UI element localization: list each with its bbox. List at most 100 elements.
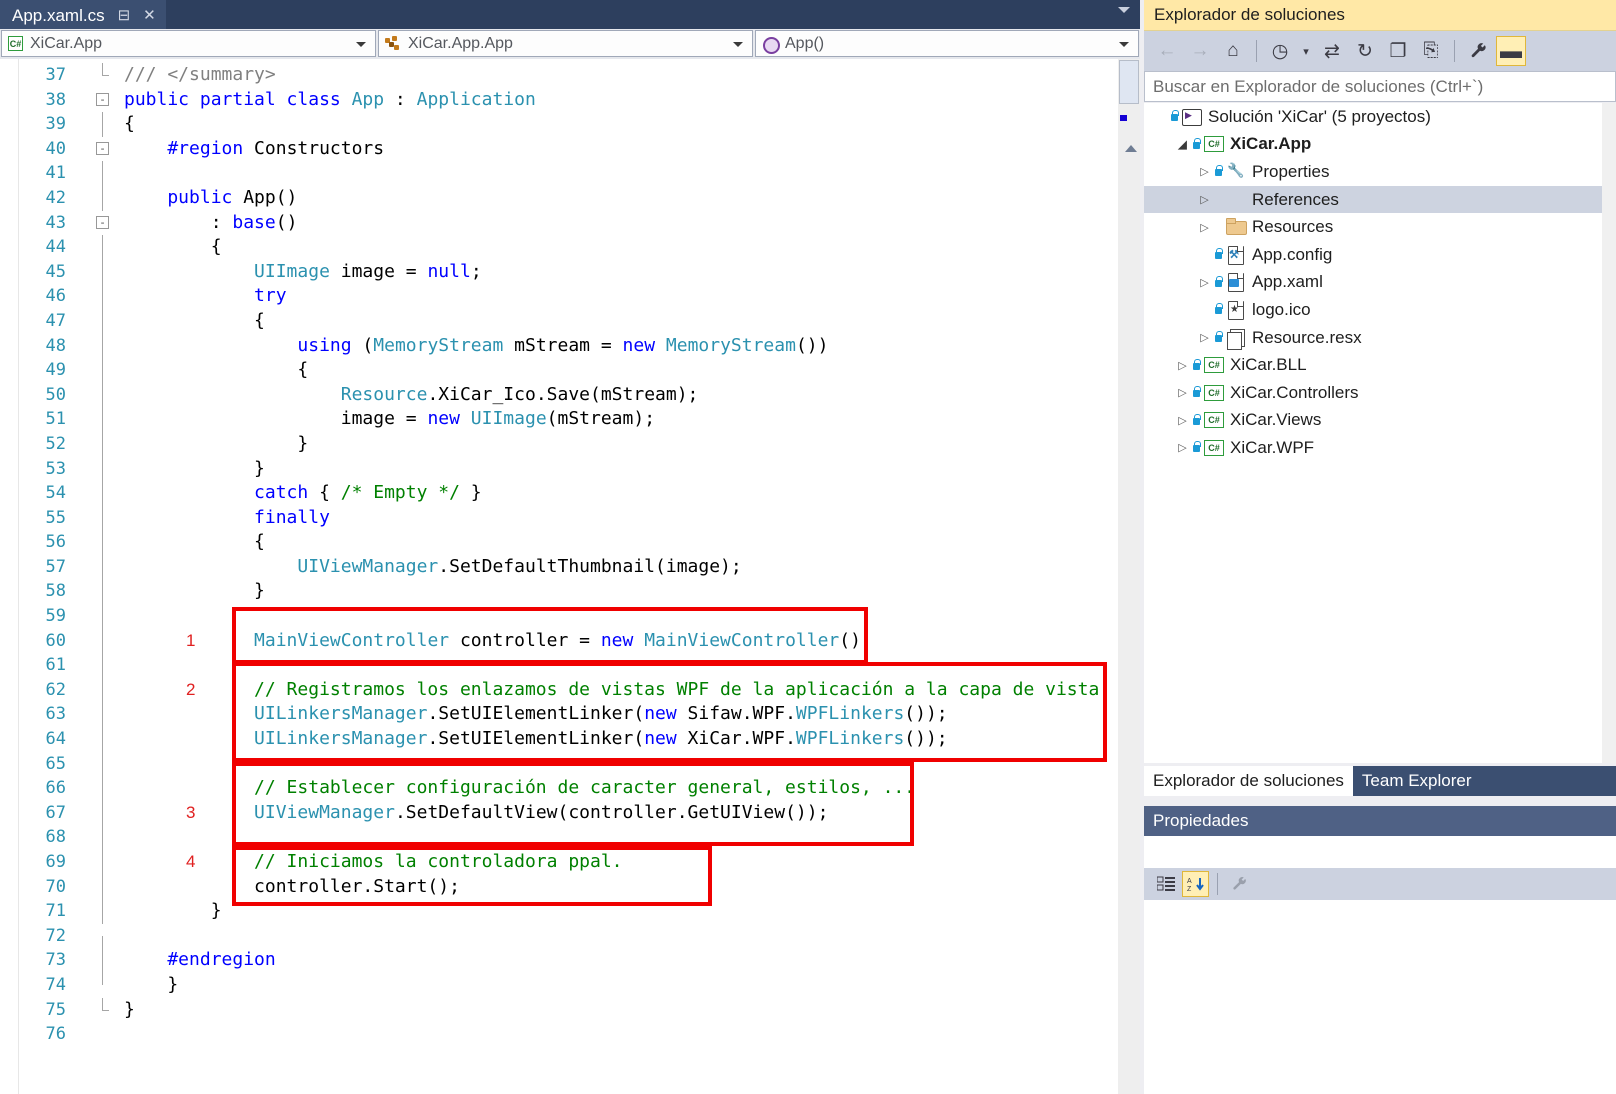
tree-item-references[interactable]: References — [1144, 185, 1616, 214]
tree-item-label: References — [1252, 189, 1339, 209]
expander-icon[interactable] — [1174, 359, 1191, 372]
tree-item-xicar-views[interactable]: C# XiCar.Views — [1144, 407, 1616, 435]
tree-item-app-config[interactable]: ⚒ App.config — [1144, 241, 1616, 269]
tree-item-xicar-app[interactable]: C# XiCar.App — [1144, 131, 1616, 159]
tree-item-app-xaml[interactable]: App.xaml — [1144, 269, 1616, 297]
code-line: 74 } — [0, 972, 1100, 998]
expander-icon[interactable] — [1196, 165, 1213, 178]
source-control-lock-icon — [1213, 331, 1224, 344]
chevron-down-icon[interactable] — [1118, 7, 1130, 13]
project-dropdown[interactable]: C# XiCar.App — [1, 30, 376, 57]
home-icon[interactable]: ⌂ — [1218, 36, 1248, 66]
line-number: 63 — [45, 704, 66, 725]
icon-file-icon: ★ — [1226, 300, 1246, 320]
show-all-files-icon[interactable]: ⎘ — [1416, 36, 1446, 66]
solution-explorer-search[interactable] — [1144, 71, 1616, 102]
tree-item-soluci-n-xicar-5-proyectos[interactable]: Solución 'XiCar' (5 proyectos) — [1144, 103, 1616, 131]
solution-tree-scrollbar[interactable] — [1602, 103, 1616, 763]
line-number: 58 — [45, 581, 66, 602]
fold-toggle-icon[interactable]: - — [96, 215, 109, 229]
expander-icon[interactable] — [1196, 221, 1213, 234]
code-line: 68 — [0, 825, 1100, 850]
code-line: 60 1 MainViewController controller = new … — [0, 628, 1100, 654]
expander-icon[interactable] — [1174, 138, 1191, 151]
tree-item-logo-ico[interactable]: ★ logo.ico — [1144, 296, 1616, 324]
expander-icon[interactable] — [1196, 193, 1213, 206]
pending-changes-icon[interactable]: ◷ — [1265, 36, 1295, 66]
code-structure-guideline — [102, 825, 103, 850]
code-text-area[interactable]: 37 /// </summary> 38 - public partial class … — [0, 59, 1140, 1094]
line-number: 66 — [45, 778, 66, 799]
tree-item-resource-resx[interactable]: Resource.resx — [1144, 324, 1616, 352]
chevron-down-icon — [733, 41, 743, 47]
search-input[interactable] — [1153, 76, 1615, 97]
tree-item-xicar-controllers[interactable]: C# XiCar.Controllers — [1144, 379, 1616, 407]
tree-item-label: XiCar.BLL — [1230, 355, 1307, 375]
scroll-up-icon[interactable] — [1125, 145, 1137, 152]
tree-item-label: XiCar.Controllers — [1230, 382, 1359, 402]
sync-with-active-document-icon[interactable]: ⇄ — [1317, 36, 1347, 66]
code-line: 64 UILinkersManager.SetUIElementLinker(n… — [0, 727, 1100, 752]
tree-item-xicar-wpf[interactable]: C# XiCar.WPF — [1144, 434, 1616, 462]
expander-icon[interactable] — [1174, 441, 1191, 454]
code-structure-guideline — [102, 333, 103, 359]
code-structure-guideline — [102, 161, 103, 186]
properties-grid[interactable] — [1144, 900, 1616, 1094]
code-structure-guideline — [102, 899, 103, 924]
categorized-icon[interactable] — [1152, 871, 1179, 897]
line-number: 62 — [45, 679, 66, 700]
line-number: 64 — [45, 729, 66, 750]
source-control-lock-icon — [1191, 413, 1202, 427]
tree-item-resources[interactable]: Resources — [1144, 213, 1616, 241]
line-number: 74 — [45, 974, 66, 995]
tool-tab-team-explorer[interactable]: Team Explorer — [1353, 766, 1481, 796]
fold-toggle-icon[interactable]: - — [96, 141, 109, 155]
code-structure-guideline — [102, 579, 103, 605]
fold-toggle-icon[interactable]: - — [96, 92, 109, 106]
chevron-down-icon[interactable]: ▾ — [1298, 36, 1314, 66]
tool-tab-explorador-de-soluciones[interactable]: Explorador de soluciones — [1144, 766, 1353, 796]
wrench-icon — [1226, 162, 1246, 181]
expander-icon[interactable] — [1196, 276, 1213, 289]
editor-tab-app-xaml-cs[interactable]: App.xaml.cs ⊟ ✕ — [0, 0, 166, 29]
line-number: 71 — [45, 901, 66, 922]
references-icon — [1226, 191, 1246, 209]
tree-item-xicar-bll[interactable]: C# XiCar.BLL — [1144, 351, 1616, 379]
code-line-text: catch { /* Empty */ } — [254, 482, 482, 504]
solution-tree[interactable]: Solución 'XiCar' (5 proyectos) C# XiCar.Ap… — [1144, 103, 1616, 763]
editor-vertical-scrollbar[interactable] — [1118, 59, 1140, 1094]
line-number: 47 — [45, 310, 66, 331]
close-icon[interactable]: ✕ — [143, 8, 156, 23]
line-number: 55 — [45, 507, 66, 528]
config-file-icon: ⚒ — [1226, 245, 1246, 265]
preview-selected-items-icon[interactable]: ▬ — [1496, 36, 1526, 66]
code-line: 46 try — [0, 284, 1100, 309]
code-line-text: } — [124, 900, 222, 922]
tree-item-label: XiCar.WPF — [1230, 437, 1315, 457]
tree-item-properties[interactable]: Properties — [1144, 158, 1616, 186]
refresh-icon[interactable]: ↻ — [1350, 36, 1380, 66]
alphabetical-sort-icon[interactable]: AZ — [1182, 871, 1209, 897]
resx-file-icon — [1226, 328, 1246, 350]
code-line-text: image = new UIImage(mStream); — [124, 408, 656, 430]
line-number: 76 — [45, 1024, 66, 1045]
code-line: 50 Resource.XiCar_Ico.Save(mStream); — [0, 382, 1100, 408]
tree-item-label: Properties — [1252, 161, 1330, 181]
type-dropdown[interactable]: XiCar.App.App — [378, 30, 753, 57]
code-structure-guideline — [102, 284, 103, 309]
collapse-all-icon[interactable]: ❐ — [1383, 36, 1413, 66]
expander-icon[interactable] — [1174, 386, 1191, 399]
code-structure-guideline — [102, 554, 103, 580]
expander-icon[interactable] — [1196, 331, 1213, 344]
svg-text:Z: Z — [1187, 886, 1192, 892]
code-line-text: } — [124, 432, 309, 454]
editor-tab-strip: App.xaml.cs ⊟ ✕ — [0, 0, 1140, 29]
code-line: 54 catch { /* Empty */ } — [0, 481, 1100, 506]
code-line: 70 controller.Start(); — [0, 874, 1100, 900]
pin-icon[interactable]: ⊟ — [118, 8, 131, 23]
properties-wrench-icon[interactable] — [1463, 36, 1493, 66]
csharp-project-icon: C# — [1204, 384, 1224, 401]
scrollbar-thumb[interactable] — [1119, 60, 1139, 104]
expander-icon[interactable] — [1174, 414, 1191, 427]
member-dropdown[interactable]: App() — [755, 30, 1139, 57]
